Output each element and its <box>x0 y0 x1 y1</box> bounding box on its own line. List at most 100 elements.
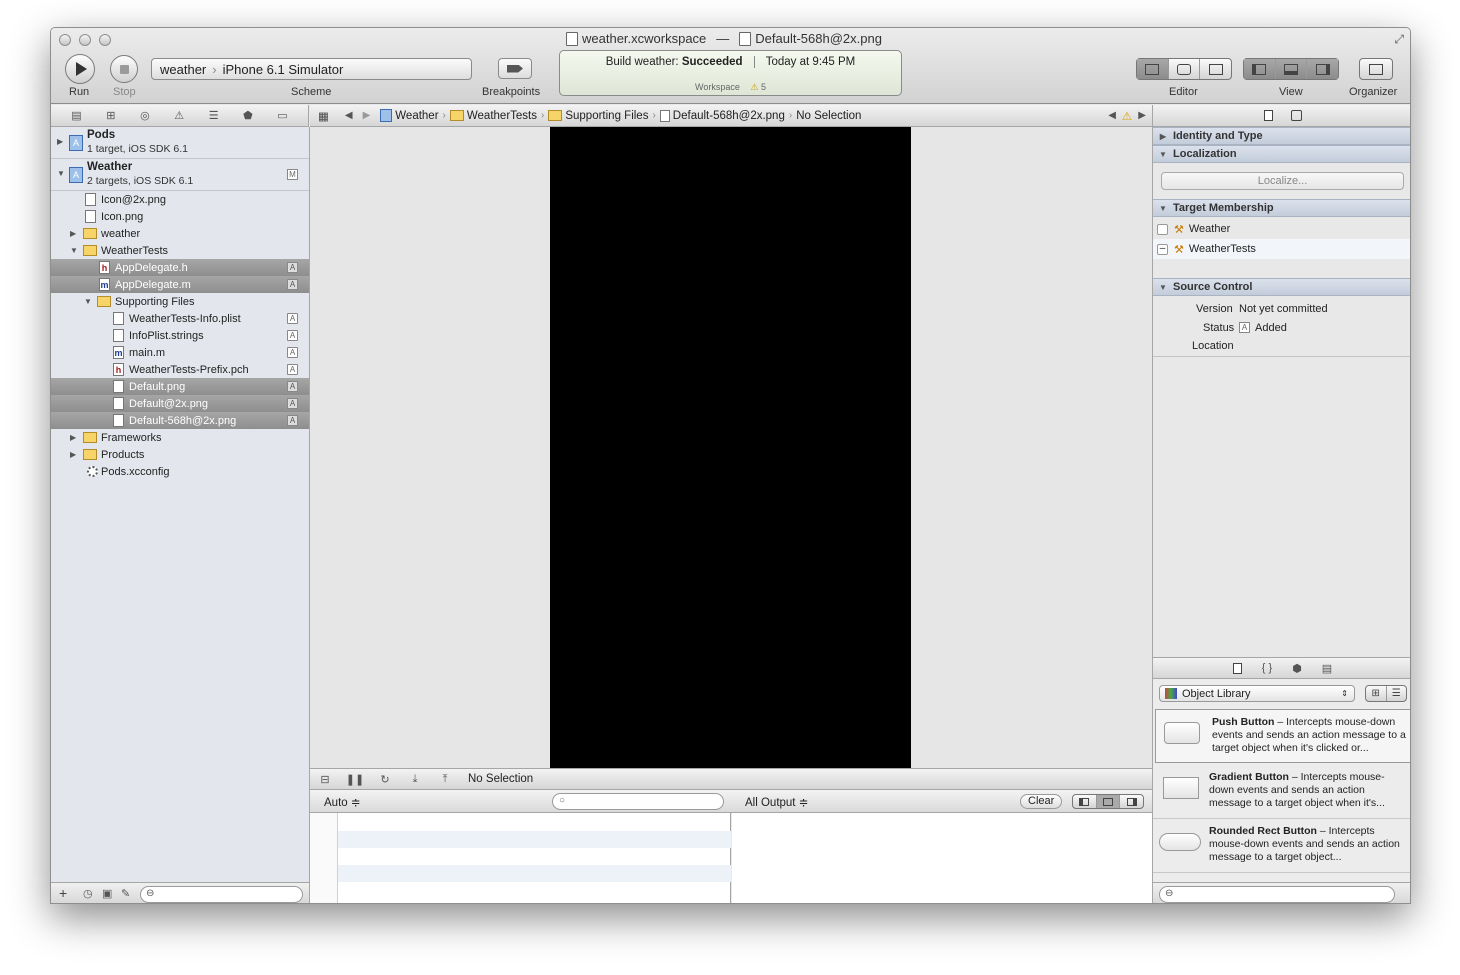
project-navigator-icon[interactable]: ▤ <box>71 109 81 122</box>
scheme-popup[interactable]: weather › iPhone 6.1 Simulator <box>151 58 472 80</box>
step-into-icon[interactable]: ⤓ <box>400 773 430 786</box>
project-row-pods[interactable]: ▶ A Pods 1 target, iOS SDK 6.1 <box>51 127 309 159</box>
show-both-button[interactable] <box>1096 795 1121 808</box>
output-scope-popup[interactable]: All Output ≑ <box>745 795 808 809</box>
console-output[interactable] <box>732 813 1152 903</box>
localize-button[interactable]: Localize... <box>1161 172 1404 190</box>
organizer-button[interactable] <box>1359 58 1393 80</box>
step-over-icon[interactable]: ↻ <box>370 773 400 786</box>
icon-view-button[interactable]: ⊞ <box>1366 686 1387 701</box>
close-window-button[interactable] <box>59 34 71 46</box>
library-item-name: Gradient Button <box>1209 771 1289 783</box>
library-item-rounded-rect-button[interactable]: Rounded Rect Button – Intercepts mouse-d… <box>1153 819 1410 873</box>
toggle-utilities-button[interactable] <box>1307 59 1339 79</box>
step-out-icon[interactable]: ⤒ <box>430 773 460 786</box>
nav-row-icon[interactable]: Icon.png <box>51 208 309 225</box>
nav-row-main-m[interactable]: m main.m A <box>51 344 309 361</box>
library-selector-popup[interactable]: Object Library ⇕ <box>1159 685 1355 702</box>
zoom-window-button[interactable] <box>99 34 111 46</box>
minimize-window-button[interactable] <box>79 34 91 46</box>
fullscreen-icon[interactable]: ⤢ <box>1394 32 1404 47</box>
stop-button[interactable] <box>110 55 138 83</box>
nav-row-prefix-pch[interactable]: h WeatherTests-Prefix.pch A <box>51 361 309 378</box>
identity-section-header[interactable]: ▶ Identity and Type <box>1153 127 1410 145</box>
back-arrow-icon[interactable]: ◀ <box>345 110 353 121</box>
assistant-editor-button[interactable] <box>1169 59 1201 79</box>
breadcrumb-file[interactable]: Default-568h@2x.png <box>659 109 785 122</box>
localization-section-header[interactable]: ▼ Localization <box>1153 145 1410 163</box>
media-library-icon[interactable]: ▤ <box>1322 662 1332 675</box>
disclosure-down-icon[interactable]: ▼ <box>70 246 78 255</box>
project-row-weather[interactable]: ▼ A Weather 2 targets, iOS SDK 6.1 M <box>51 159 309 191</box>
toggle-navigator-button[interactable] <box>1244 59 1276 79</box>
source-control-section-header[interactable]: ▼ Source Control <box>1153 278 1410 296</box>
nav-row-icon2x[interactable]: Icon@2x.png <box>51 191 309 208</box>
standard-editor-button[interactable] <box>1137 59 1169 79</box>
issue-warning-icon[interactable]: ⚠ <box>1122 109 1132 123</box>
run-button[interactable] <box>65 54 95 84</box>
nav-row-supporting-files[interactable]: ▼ Supporting Files <box>51 293 309 310</box>
disclosure-right-icon[interactable]: ▶ <box>70 433 76 442</box>
breadcrumb-selection[interactable]: No Selection <box>796 110 861 122</box>
clear-console-button[interactable]: Clear <box>1020 794 1063 809</box>
related-items-icon[interactable]: ▦ <box>318 109 329 123</box>
object-library-icon[interactable]: ⬢ <box>1292 662 1302 675</box>
nav-row-weathertests-group[interactable]: ▼ WeatherTests <box>51 242 309 259</box>
next-issue-icon[interactable]: ▶ <box>1138 110 1146 121</box>
library-item-push-button[interactable]: Push Button – Intercepts mouse-down even… <box>1155 709 1410 763</box>
nav-row-default568h-png[interactable]: Default-568h@2x.png A <box>51 412 309 429</box>
issue-navigator-icon[interactable]: ⚠ <box>174 109 184 122</box>
show-console-button[interactable] <box>1120 795 1143 808</box>
search-navigator-icon[interactable]: ◎ <box>140 109 150 122</box>
breadcrumb-weathertests[interactable]: WeatherTests <box>449 110 537 122</box>
warning-count[interactable]: 5 <box>761 82 766 92</box>
breadcrumb-weather[interactable]: Weather <box>380 109 439 122</box>
breakpoints-button[interactable] <box>498 58 532 79</box>
variables-scope-popup[interactable]: Auto ≑ <box>324 795 361 809</box>
nav-row-default-png[interactable]: Default.png A <box>51 378 309 395</box>
target-checkbox[interactable]: – <box>1157 243 1168 255</box>
version-editor-button[interactable] <box>1200 59 1231 79</box>
toggle-debug-area-button[interactable] <box>1275 59 1308 79</box>
scm-status-icon[interactable]: ▣ <box>102 887 112 900</box>
file-template-library-icon[interactable] <box>1232 662 1242 674</box>
breakpoint-navigator-icon[interactable]: ⬟ <box>243 109 253 122</box>
library-item-gradient-button[interactable]: Gradient Button – Intercepts mouse-down … <box>1153 765 1410 819</box>
add-icon[interactable]: + <box>59 885 67 901</box>
log-navigator-icon[interactable]: ▭ <box>277 109 287 122</box>
symbol-navigator-icon[interactable]: ⊞ <box>106 109 115 122</box>
nav-row-pods-xcconfig[interactable]: Pods.xcconfig <box>51 463 309 480</box>
disclosure-down-icon[interactable]: ▼ <box>57 169 65 178</box>
code-snippet-library-icon[interactable]: { } <box>1262 662 1272 674</box>
library-filter-input[interactable]: ⊖ <box>1159 886 1395 903</box>
nav-row-products[interactable]: ▶ Products <box>51 446 309 463</box>
file-inspector-icon[interactable] <box>1263 110 1273 121</box>
previous-issue-icon[interactable]: ◀ <box>1108 110 1116 121</box>
target-checkbox[interactable] <box>1157 223 1168 235</box>
hide-debug-area-icon[interactable]: ⊟ <box>310 773 340 786</box>
breadcrumb-supporting-files[interactable]: Supporting Files <box>548 110 648 122</box>
disclosure-right-icon[interactable]: ▶ <box>70 229 76 238</box>
membership-section-header[interactable]: ▼ Target Membership <box>1153 199 1410 217</box>
recent-files-icon[interactable]: ◷ <box>83 887 93 900</box>
disclosure-down-icon[interactable]: ▼ <box>84 297 92 306</box>
unsaved-files-icon[interactable]: ✎ <box>121 887 130 900</box>
activity-viewer[interactable]: Build weather: Succeeded Today at 9:45 P… <box>559 50 902 96</box>
forward-arrow-icon[interactable]: ▶ <box>363 110 371 121</box>
disclosure-right-icon[interactable]: ▶ <box>57 137 63 146</box>
pause-icon[interactable]: ❚❚ <box>340 773 370 786</box>
nav-row-weather-group[interactable]: ▶ weather <box>51 225 309 242</box>
nav-row-appdelegate-m[interactable]: m AppDelegate.m A <box>51 276 309 293</box>
list-view-button[interactable]: ☰ <box>1387 686 1407 701</box>
quick-help-icon[interactable] <box>1290 110 1302 121</box>
disclosure-right-icon[interactable]: ▶ <box>70 450 76 459</box>
variables-search-input[interactable]: ○ <box>552 793 724 810</box>
nav-row-info-plist[interactable]: WeatherTests-Info.plist A <box>51 310 309 327</box>
nav-row-default2x-png[interactable]: Default@2x.png A <box>51 395 309 412</box>
show-variables-button[interactable] <box>1073 795 1097 808</box>
nav-row-frameworks[interactable]: ▶ Frameworks <box>51 429 309 446</box>
navigator-filter-input[interactable]: ⊖ <box>140 886 303 903</box>
nav-row-infoplist-strings[interactable]: InfoPlist.strings A <box>51 327 309 344</box>
debug-navigator-icon[interactable]: ☰ <box>209 109 219 122</box>
nav-row-appdelegate-h[interactable]: h AppDelegate.h A <box>51 259 309 276</box>
